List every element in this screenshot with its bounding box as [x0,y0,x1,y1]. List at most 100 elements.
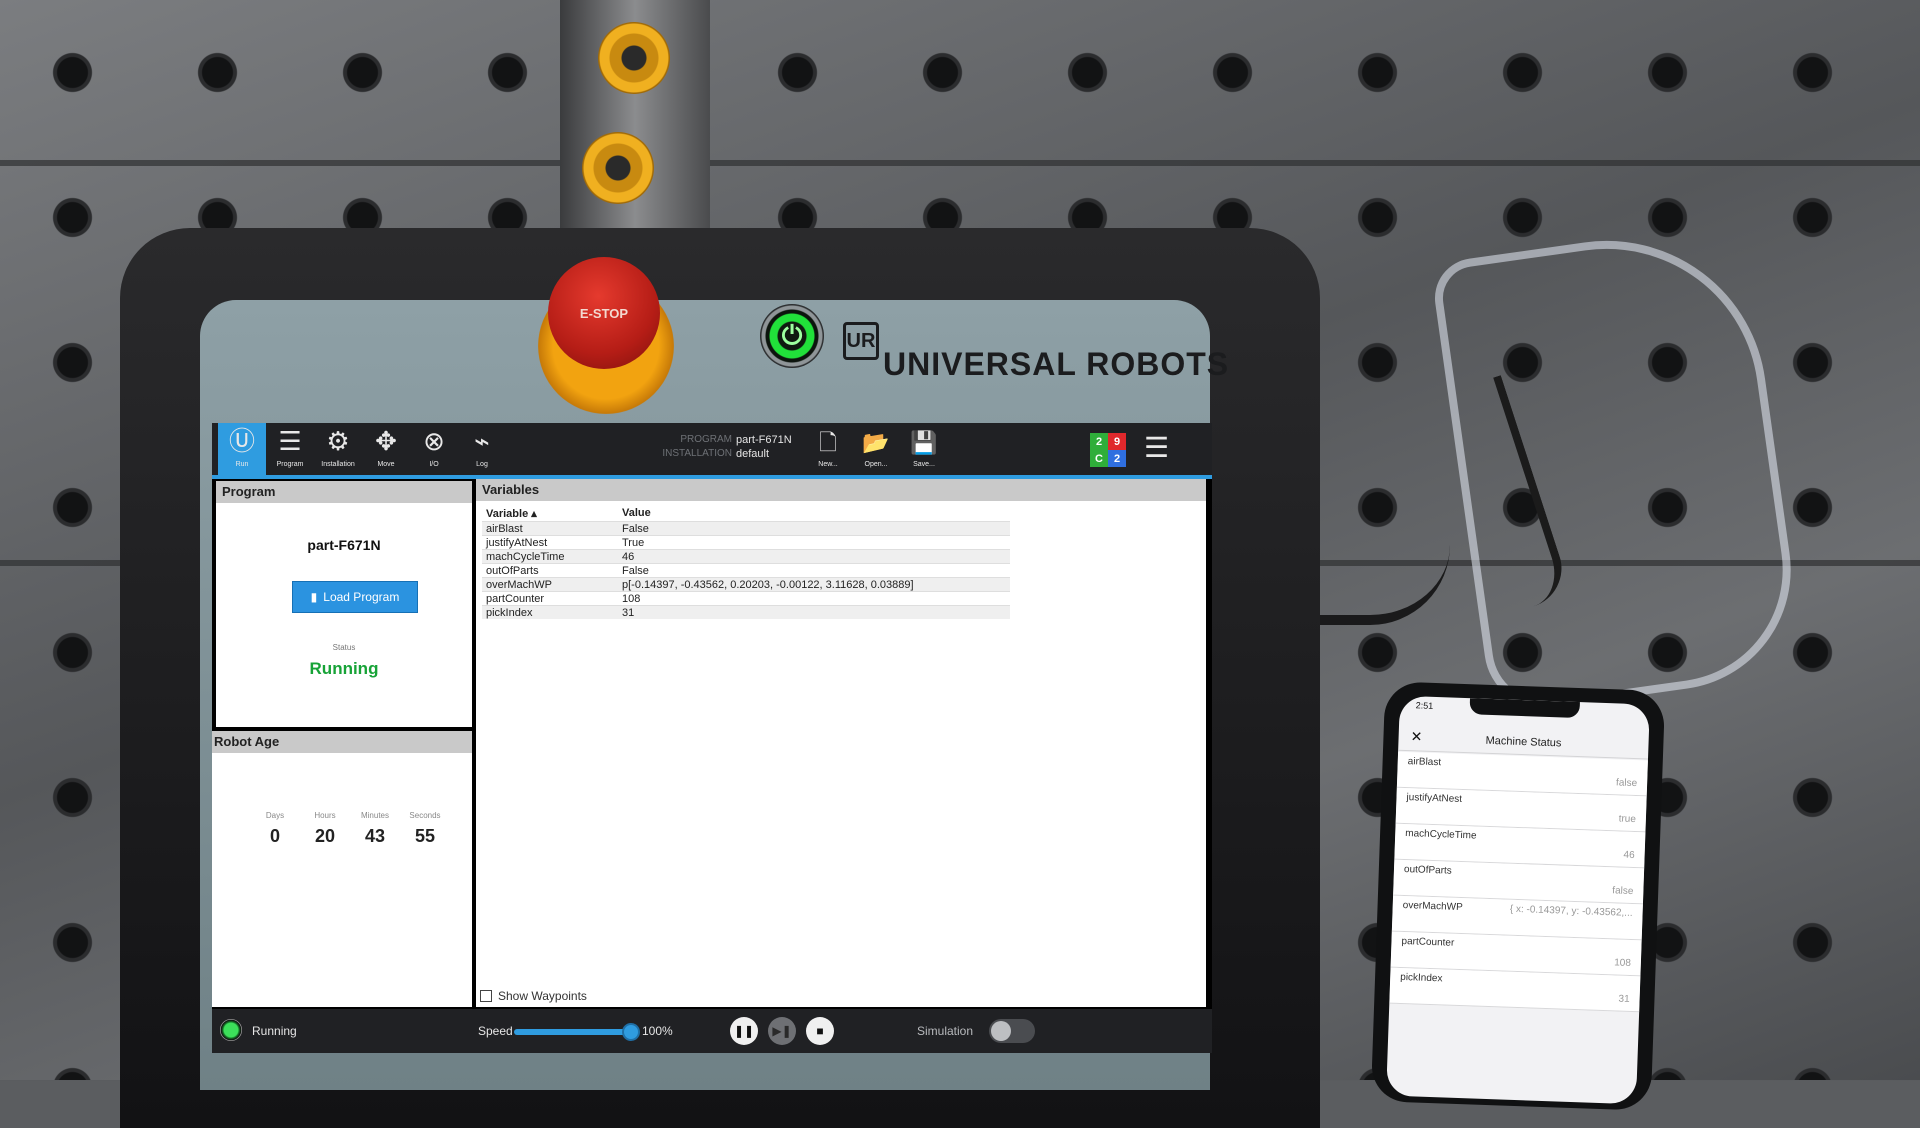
age-unit-value: 55 [414,826,436,846]
robot-age-panel: Robot Age Days 0 Hours 20 Minutes 43 Sec… [212,731,472,1007]
simulation-label: Simulation [917,1024,974,1038]
item-value: { x: -0.14397, y: -0.43562,... [1509,903,1633,920]
table-row[interactable]: airBlast False [482,521,1010,536]
pendant-screen: Ⓤ Run ☰ Program ⚙ Installation ✥ Move ⊗ … [212,423,1212,1053]
tab-installation[interactable]: ⚙ Installation [314,423,362,475]
hamburger-menu-icon[interactable]: ☰ [1144,433,1169,463]
age-unit-label: Seconds [409,811,441,820]
tcp-count: 2 [1090,433,1108,450]
item-value: false [1612,885,1634,898]
speed-slider-thumb[interactable] [622,1023,640,1041]
phone-title: Machine Status [1485,734,1562,750]
variable-name: justifyAtNest [482,535,618,550]
tab-label: Log [476,461,488,468]
variables-panel: Variables Variable ▴ Value airBlast False… [476,479,1206,1007]
phone-notch [1469,698,1580,719]
step-button[interactable]: ▶❚ [768,1017,796,1045]
new-file-icon: 🗋 [819,430,837,455]
item-key: pickIndex [1400,971,1443,985]
tab-log[interactable]: ⌁ Log [458,423,506,475]
variable-value: True [618,535,1010,550]
item-key: airBlast [1407,756,1442,769]
button-label: Load Program [323,590,400,604]
variable-name: partCounter [482,591,618,606]
table-row[interactable]: outOfParts False [482,563,1010,578]
brand-name: UNIVERSAL ROBOTS [883,346,1230,382]
checkbox-icon[interactable] [480,990,492,1002]
power-icon: ⏻ [781,320,803,350]
item-value: true [1618,813,1637,826]
load-program-button[interactable]: ▮ Load Program [292,581,418,613]
save-button[interactable]: 💾 Save... [904,427,944,471]
tab-program[interactable]: ☰ Program [266,423,314,475]
log-icon: ⌁ [474,426,490,456]
tab-label: I/O [429,461,439,468]
table-row[interactable]: machCycleTime 46 [482,549,1010,564]
item-value: 108 [1613,957,1632,969]
tab-move[interactable]: ✥ Move [362,423,410,475]
age-unit-label: Minutes [360,811,389,820]
item-value: false [1615,777,1638,790]
tab-io[interactable]: ⊗ I/O [410,423,458,475]
panel-header: Variables [476,479,1206,501]
age-unit-value: 43 [364,826,386,846]
table-row[interactable]: overMachWP p[-0.14397, -0.43562, 0.20203,… [482,577,1010,592]
item-key: overMachWP [1402,899,1463,914]
save-icon: 💾 [910,430,938,455]
tab-run[interactable]: Ⓤ Run [218,423,266,475]
variable-value: 108 [618,591,1010,606]
phone-time: 2:51 [1415,700,1434,711]
checkbox-label: Show Waypoints [498,989,587,1003]
button-label: Open... [864,461,888,468]
age-seconds: Seconds 55 [400,811,450,847]
io-icon: ⊗ [423,426,445,456]
status-label: Status [332,643,356,652]
table-row[interactable]: justifyAtNest True [482,535,1010,550]
table-row[interactable]: partCounter 108 [482,591,1010,606]
tcp-count: C [1090,450,1108,467]
age-unit-value: 20 [314,826,336,846]
robot-state-label: Running [252,1024,297,1038]
tcp-indicator[interactable]: 2 9 C 2 [1090,433,1126,467]
pause-button[interactable]: ❚❚ [730,1017,758,1045]
age-hours: Hours 20 [300,811,350,847]
simulation-toggle[interactable] [989,1019,1035,1043]
age-minutes: Minutes 43 [350,811,400,847]
show-waypoints-toggle[interactable]: Show Waypoints [480,989,587,1003]
header-bar: Ⓤ Run ☰ Program ⚙ Installation ✥ Move ⊗ … [212,423,1212,479]
variable-value: 46 [618,549,1010,564]
table-row[interactable]: pickIndex 31 [482,605,1010,619]
speed-label: Speed [478,1024,513,1038]
variable-name: pickIndex [482,605,618,619]
age-unit-label: Days [265,811,285,820]
power-button[interactable]: ⏻ [760,304,824,368]
list-item[interactable]: pickIndex 31 [1389,967,1641,1013]
open-button[interactable]: 📂 Open... [856,427,896,471]
column-header-variable[interactable]: Variable ▴ [482,505,618,522]
age-unit-label: Hours [314,811,336,820]
stop-button[interactable]: ■ [806,1017,834,1045]
variable-value: False [618,521,1010,536]
variable-value: p[-0.14397, -0.43562, 0.20203, -0.00122,… [618,577,1010,592]
new-button[interactable]: 🗋 New... [808,427,848,471]
program-label: PROGRAM [680,434,732,445]
item-key: machCycleTime [1405,828,1477,842]
variable-value: False [618,563,1010,578]
phone-screen: 2:51 ✕ Machine Status airBlast false just… [1386,695,1650,1105]
folder-icon: ▮ [310,590,318,604]
tab-label: Installation [321,461,355,468]
item-key: partCounter [1401,935,1455,949]
column-header-value: Value [622,507,651,519]
variable-name: machCycleTime [482,549,618,564]
estop-button[interactable]: E-STOP [548,257,660,369]
ur-run-icon: Ⓤ [228,426,255,456]
program-meta-values: part-F671N default [736,433,792,461]
table-seam [0,160,1920,166]
variable-value: 31 [618,605,1010,619]
tab-label: Program [276,461,304,468]
variables-table: Variable ▴ Value airBlast False justifyAt… [482,505,1010,619]
robot-state-led-icon[interactable] [220,1019,242,1041]
speed-slider-track[interactable] [514,1029,626,1035]
fixture-knob [598,22,670,94]
tab-label: Run [235,461,249,468]
